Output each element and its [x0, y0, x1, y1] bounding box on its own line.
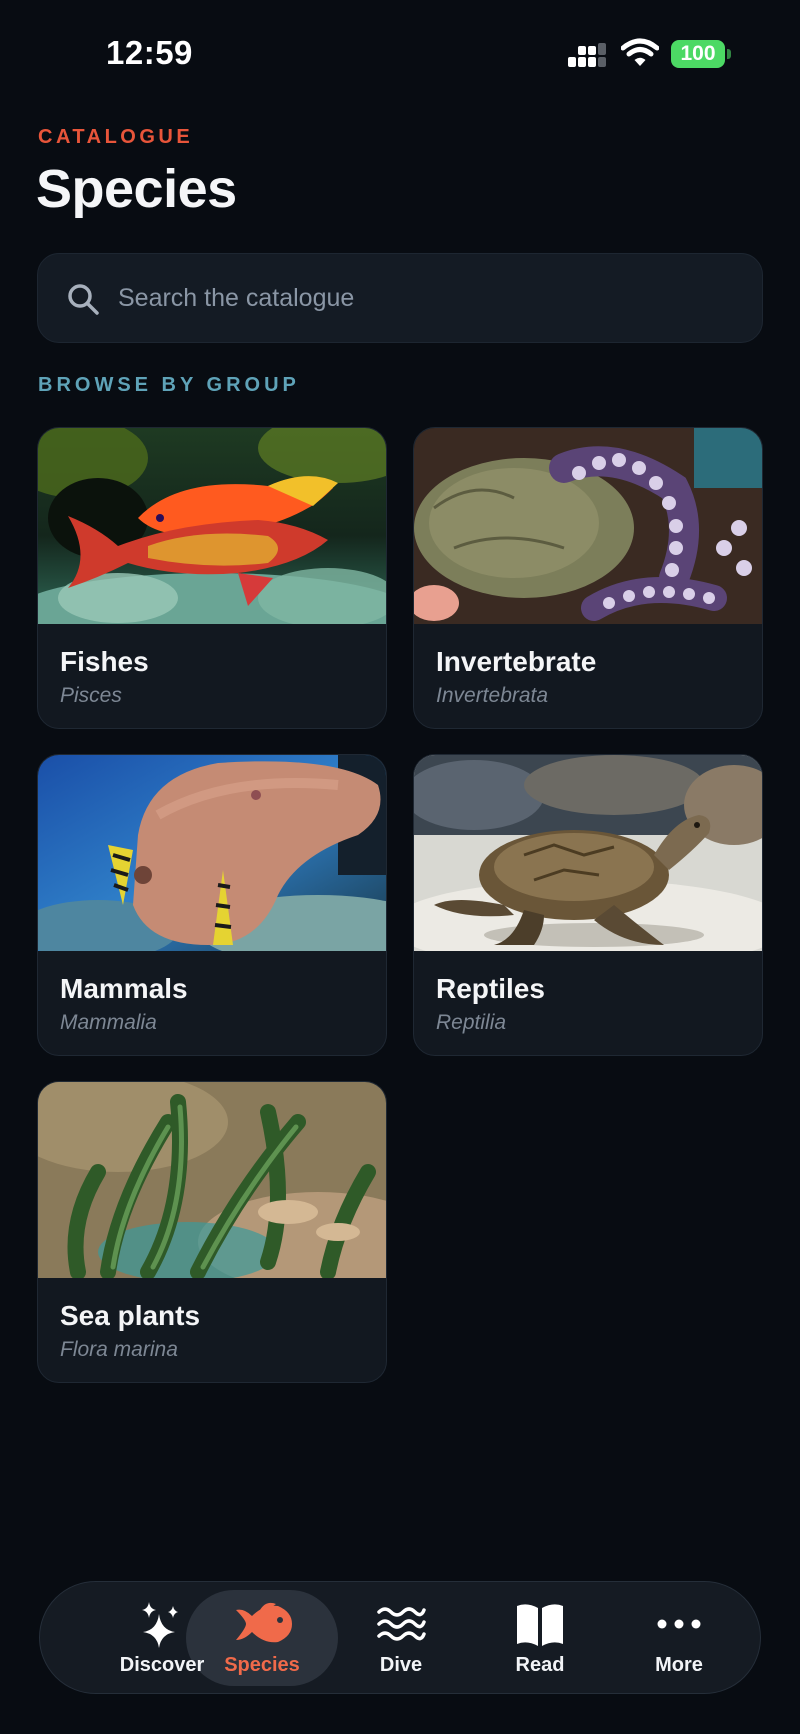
sparkles-icon: [142, 1602, 178, 1648]
tab-label: More: [655, 1654, 703, 1676]
sea-plants-photo: [38, 1082, 386, 1278]
waves-icon: [377, 1607, 426, 1641]
cellular-signal-icon: [568, 43, 606, 67]
group-latin-name: Flora marina: [60, 1338, 178, 1361]
tab-label: Species: [224, 1654, 300, 1676]
fishes-photo: [38, 428, 386, 624]
group-latin-name: Mammalia: [60, 1011, 157, 1034]
status-time: 12:59: [106, 34, 193, 71]
group-name: Invertebrate: [436, 646, 597, 677]
search-bar[interactable]: [37, 253, 763, 343]
ellipsis-icon: [657, 1619, 701, 1629]
page-title: Species: [36, 159, 237, 219]
browse-by-group-label: BROWSE BY GROUP: [38, 374, 300, 396]
status-bar: 12:59 100: [0, 0, 800, 100]
section-eyebrow: CATALOGUE: [38, 126, 194, 148]
group-card-sea-plants[interactable]: Sea plants Flora marina: [37, 1081, 387, 1383]
group-card-reptiles[interactable]: Reptiles Reptilia: [413, 754, 763, 1056]
invertebrate-photo: [414, 428, 762, 624]
group-card-fishes[interactable]: Fishes Pisces: [37, 427, 387, 729]
group-latin-name: Reptilia: [436, 1011, 507, 1034]
search-icon: [68, 284, 99, 315]
search-input[interactable]: [118, 254, 738, 342]
mammals-photo: [38, 755, 386, 951]
tab-dive[interactable]: Dive: [331, 1582, 471, 1693]
reptiles-photo: [414, 755, 762, 951]
tab-species[interactable]: Species: [192, 1582, 332, 1693]
group-card-invertebrate[interactable]: Invertebrate Invertebrata: [413, 427, 763, 729]
group-name: Mammals: [60, 973, 188, 1004]
group-latin-name: Invertebrata: [436, 684, 549, 707]
wifi-icon: [621, 38, 659, 66]
group-name: Sea plants: [60, 1300, 201, 1331]
group-name: Reptiles: [436, 973, 545, 1004]
book-icon: [517, 1604, 563, 1646]
tab-label: Read: [515, 1654, 565, 1676]
battery-level: 100: [680, 42, 716, 65]
tab-read[interactable]: Read: [470, 1582, 610, 1693]
battery-icon: 100: [671, 40, 731, 68]
fish-icon: [236, 1602, 292, 1643]
tab-more[interactable]: More: [609, 1582, 749, 1693]
group-name: Fishes: [60, 646, 149, 677]
tab-bar: Discover Species Dive Read More: [39, 1581, 761, 1694]
tab-label: Dive: [379, 1654, 423, 1676]
group-latin-name: Pisces: [60, 684, 122, 707]
group-card-mammals[interactable]: Mammals Mammalia: [37, 754, 387, 1056]
